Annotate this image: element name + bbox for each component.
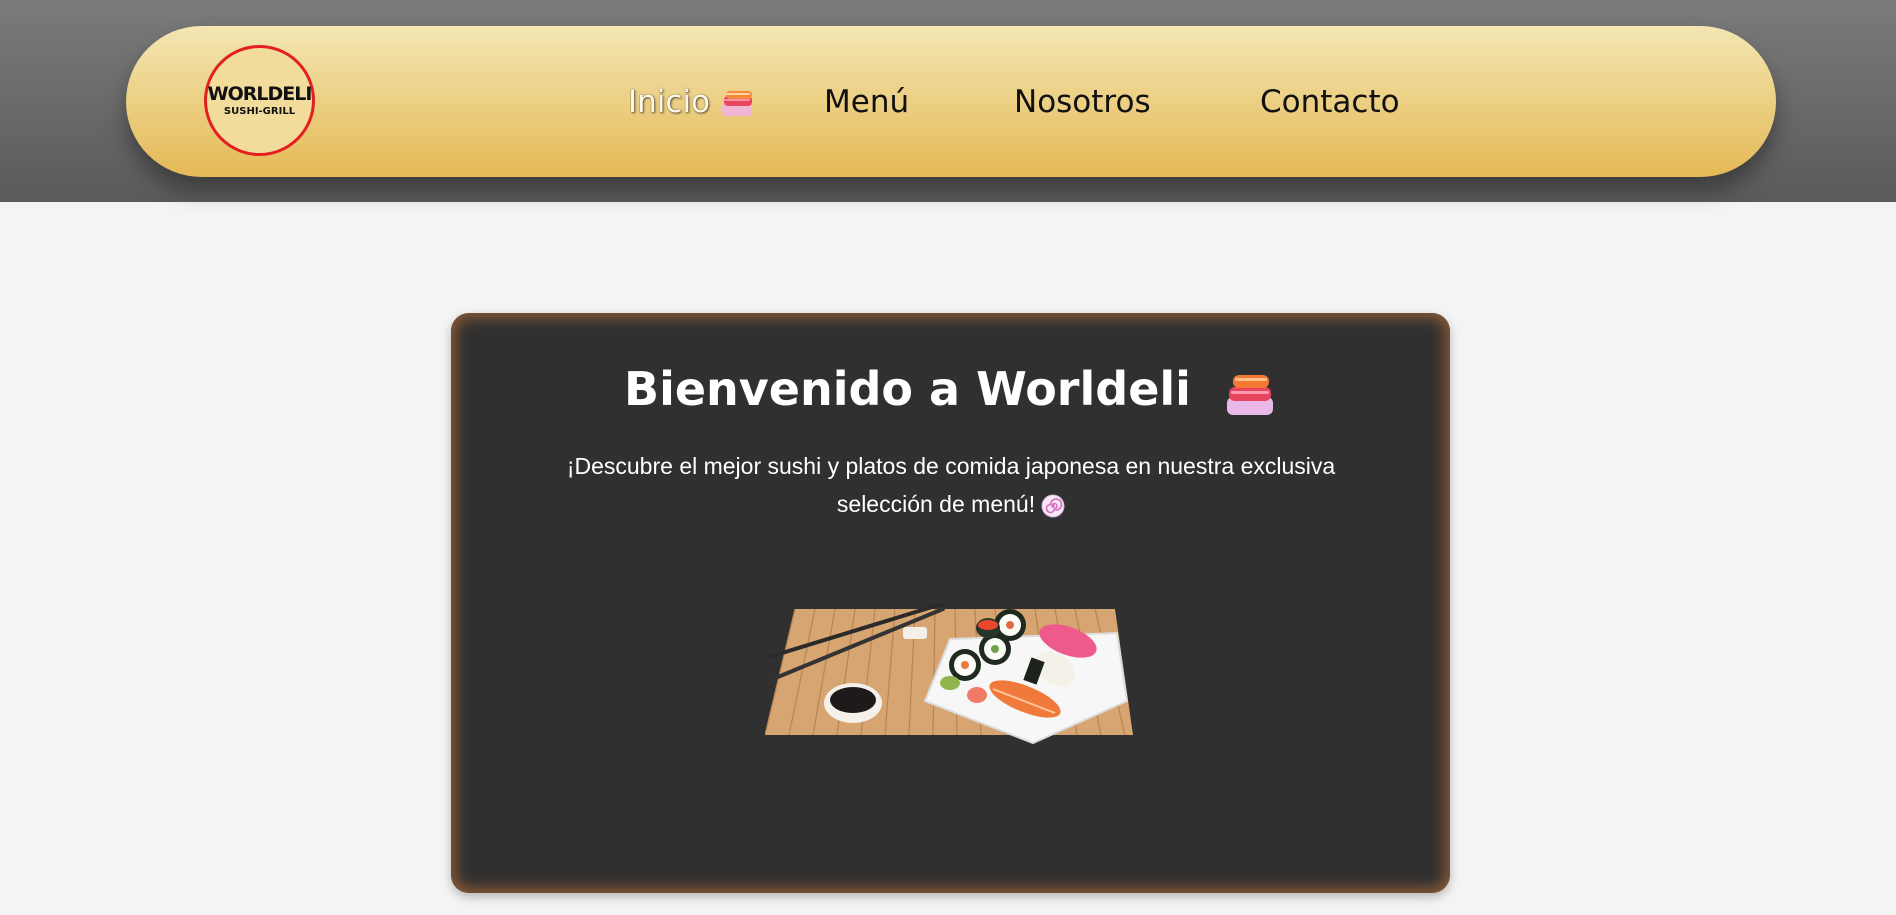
hero-description-line2: selección de menú!	[836, 491, 1036, 517]
nav-item-label: Inicio	[628, 84, 711, 120]
hero-description-line2-wrap: selección de menú!	[541, 485, 1361, 523]
logo[interactable]: WORLDELI SUSHI-GRILL	[204, 45, 315, 156]
nav-item-nosotros[interactable]: Nosotros	[1014, 80, 1151, 124]
hero-title-text: Bienvenido a Worldeli	[624, 362, 1191, 416]
soy-sauce-dish	[824, 683, 882, 723]
sushi-icon	[721, 90, 752, 116]
navbar: WORLDELI SUSHI-GRILL Inicio Menú Nosotro…	[126, 26, 1776, 177]
hero-title: Bienvenido a Worldeli	[451, 357, 1450, 421]
hero-description: ¡Descubre el mejor sushi y platos de com…	[541, 447, 1361, 523]
sushi-icon	[1226, 374, 1273, 415]
nav-item-inicio[interactable]: Inicio	[628, 80, 754, 124]
nav-item-contacto[interactable]: Contacto	[1260, 80, 1400, 124]
logo-main-text: WORLDELI	[207, 82, 313, 105]
logo-sub-text: SUSHI-GRILL	[223, 105, 296, 117]
naruto-icon	[1041, 494, 1065, 518]
sushi-platter-image	[765, 603, 1133, 745]
nav-item-menu[interactable]: Menú	[824, 80, 909, 124]
hero-description-line1: ¡Descubre el mejor sushi y platos de com…	[566, 453, 1336, 479]
hero-card: Bienvenido a Worldeli ¡Descubre el mejor…	[451, 313, 1450, 893]
